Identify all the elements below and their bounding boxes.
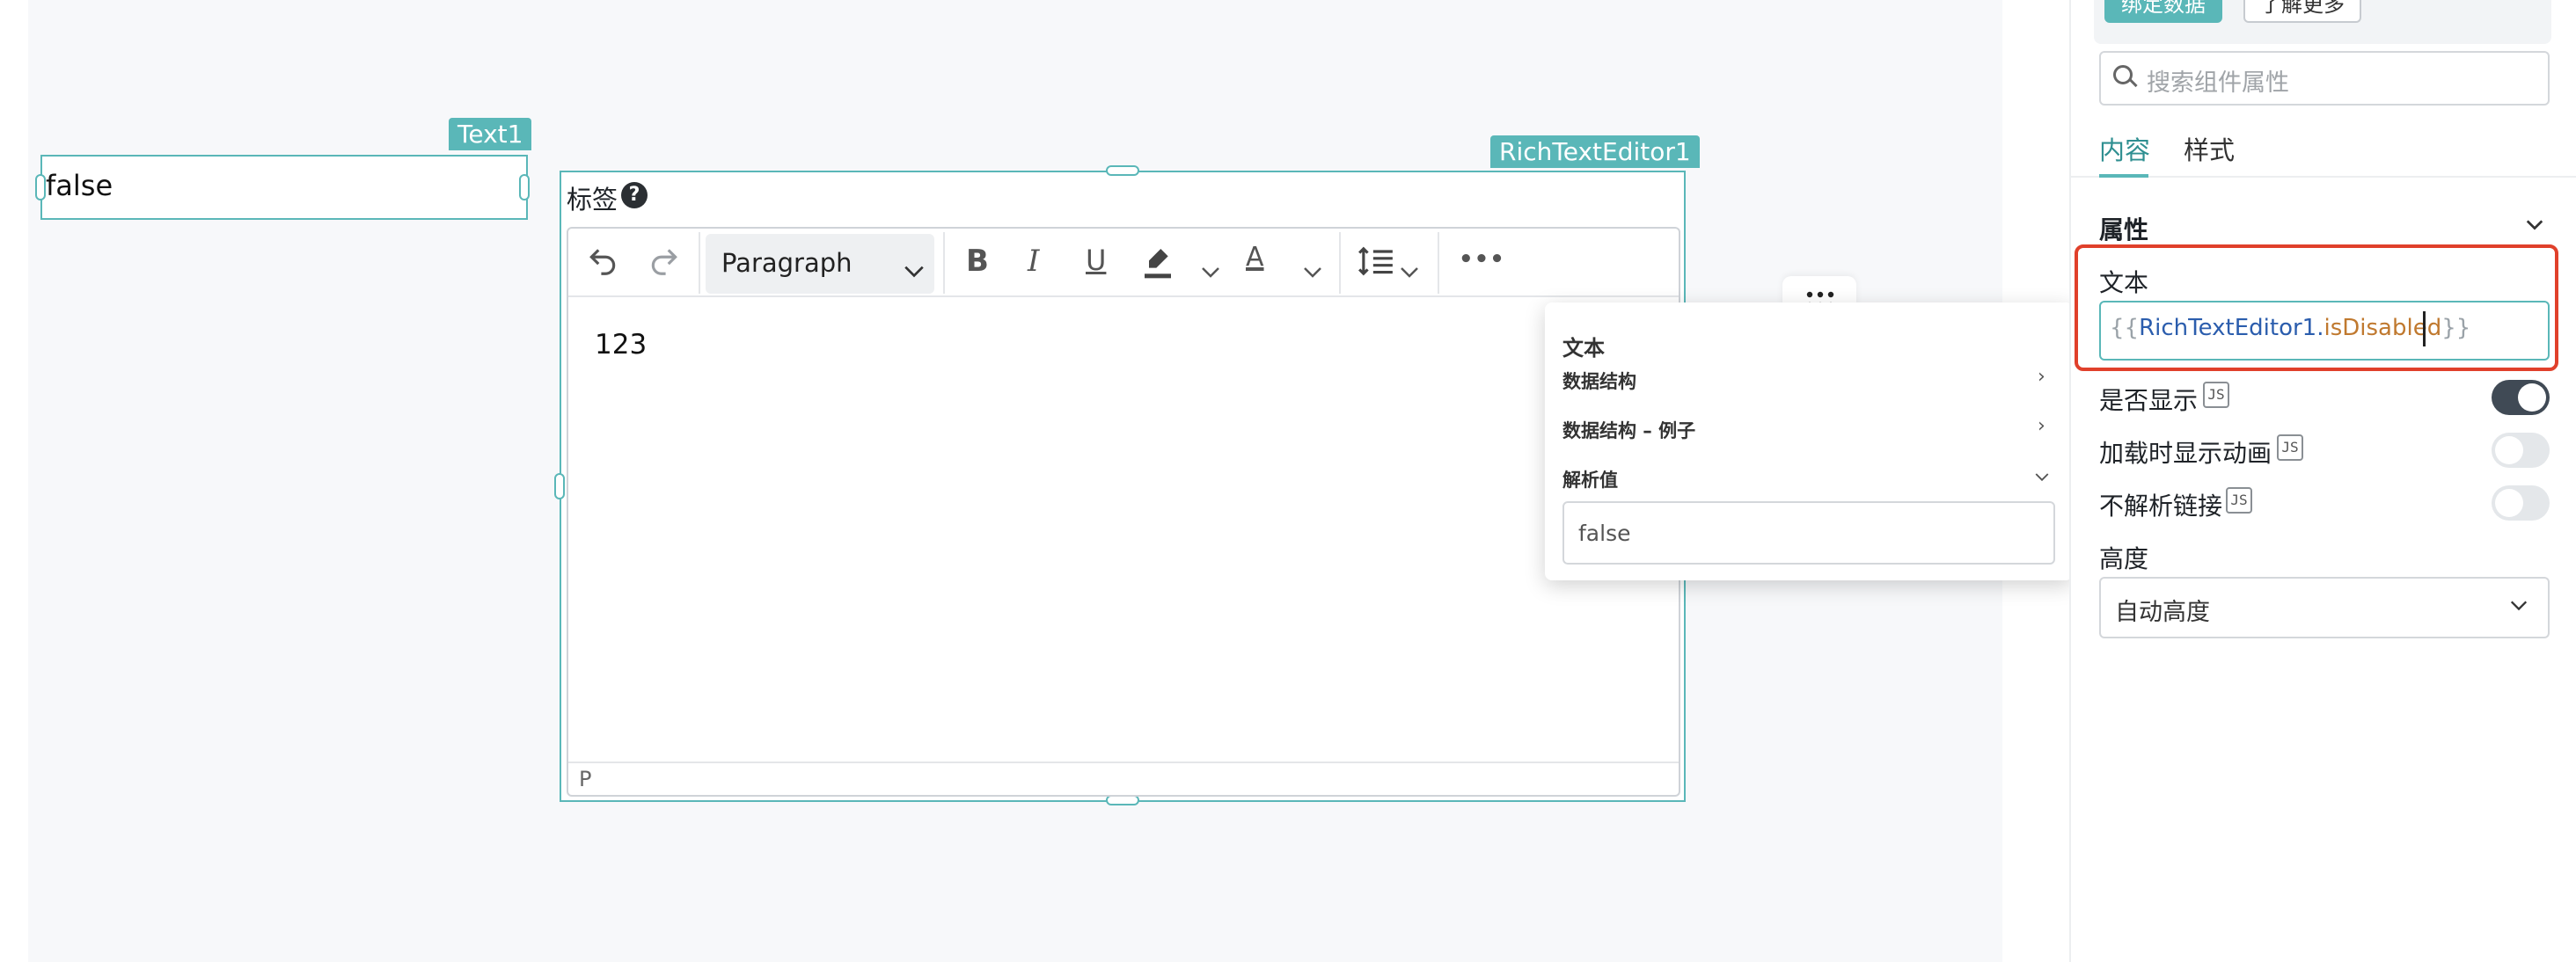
left-margin [0, 0, 28, 962]
chevron-down-icon[interactable] [1399, 251, 1420, 285]
evaluated-value-box [1562, 501, 2055, 565]
toggle-disable-link-parsing[interactable] [2492, 485, 2550, 521]
toggle-visible[interactable] [2492, 380, 2550, 415]
binding-object: RichTextEditor1 [2139, 315, 2317, 341]
toggle-label-visible: 是否显示 [2099, 386, 2199, 415]
rte-editor-frame [567, 227, 1680, 797]
learn-more-button[interactable]: 了解更多 [2243, 0, 2361, 23]
toolbar-separator [699, 232, 700, 294]
undo-icon[interactable] [586, 244, 619, 283]
chevron-down-icon[interactable] [1200, 251, 1221, 285]
height-value: 自动高度 [2115, 599, 2210, 626]
js-badge[interactable]: JS [2277, 434, 2303, 461]
popover-title: 文本 [1562, 336, 1605, 361]
bind-data-button[interactable]: 绑定数据 [2104, 0, 2222, 23]
chevron-right-icon[interactable]: › [2038, 366, 2045, 388]
highlighter-icon[interactable] [1140, 244, 1175, 285]
rte-statusbar [568, 762, 1679, 797]
font-color-icon[interactable]: A [1246, 244, 1264, 271]
chevron-down-icon[interactable] [2525, 211, 2544, 237]
chevron-down-icon [903, 251, 926, 285]
rte-element-path[interactable]: P [579, 767, 591, 791]
popover-item-example[interactable]: 数据结构 – 例子 [1562, 417, 1695, 443]
italic-icon[interactable]: I [1028, 246, 1039, 276]
chevron-down-icon[interactable] [1302, 251, 1323, 285]
tab-style[interactable]: 样式 [2184, 130, 2235, 167]
toggle-label-loading-animation: 加载时显示动画 [2099, 439, 2272, 468]
text1-value: false [46, 169, 113, 202]
binding-open-brace: {{ [2110, 315, 2140, 341]
search-placeholder: 搜索组件属性 [2147, 69, 2289, 97]
toolbar-separator [943, 232, 945, 294]
more-options-icon[interactable]: ••• [1459, 248, 1505, 271]
popover-item-evaluated[interactable]: 解析值 [1562, 466, 1618, 492]
binding-close-brace: }} [2441, 315, 2471, 341]
chevron-right-icon[interactable]: › [2038, 415, 2045, 437]
question-circle-icon[interactable]: ? [621, 182, 648, 208]
text-caret [2423, 311, 2426, 346]
text-field-value: {{RichTextEditor1.isDisabled}} [2110, 315, 2470, 341]
js-badge[interactable]: JS [2226, 487, 2252, 514]
height-label: 高度 [2099, 544, 2149, 573]
line-height-icon[interactable] [1357, 244, 1395, 283]
text1-resize-handle-left[interactable] [35, 174, 46, 200]
tab-content[interactable]: 内容 [2099, 130, 2150, 167]
rich-text-editor-tag[interactable]: RichTextEditor1 [1490, 135, 1700, 168]
popover-item-data-structure[interactable]: 数据结构 [1562, 368, 1636, 394]
underline-icon[interactable]: U [1086, 246, 1106, 274]
active-tab-indicator [2099, 174, 2148, 178]
toggle-label-disable-link-parsing: 不解析链接 [2099, 492, 2223, 521]
bold-icon[interactable]: B [966, 246, 989, 276]
rte-label: 标签 [567, 185, 618, 215]
block-format-value: Paragraph [721, 248, 853, 278]
chevron-down-icon[interactable] [2509, 589, 2528, 618]
text1-widget[interactable] [40, 155, 528, 220]
chevron-down-icon[interactable] [2034, 470, 2050, 486]
toolbar-separator [1339, 232, 1341, 294]
text1-tag[interactable]: Text1 [449, 118, 532, 150]
text1-resize-handle-right[interactable] [519, 174, 530, 200]
evaluated-value: false [1578, 521, 1631, 546]
rte-resize-handle-left[interactable] [554, 473, 565, 499]
text-field-label: 文本 [2099, 268, 2149, 297]
toolbar-separator [1438, 232, 1439, 294]
rte-content[interactable]: 123 [595, 329, 647, 361]
redo-icon[interactable] [648, 244, 681, 283]
rte-resize-handle-top[interactable] [1106, 165, 1139, 176]
section-title-properties[interactable]: 属性 [2099, 211, 2148, 246]
binding-dot: . [2316, 315, 2324, 341]
toggle-loading-animation[interactable] [2492, 433, 2550, 468]
js-badge[interactable]: JS [2203, 382, 2229, 408]
